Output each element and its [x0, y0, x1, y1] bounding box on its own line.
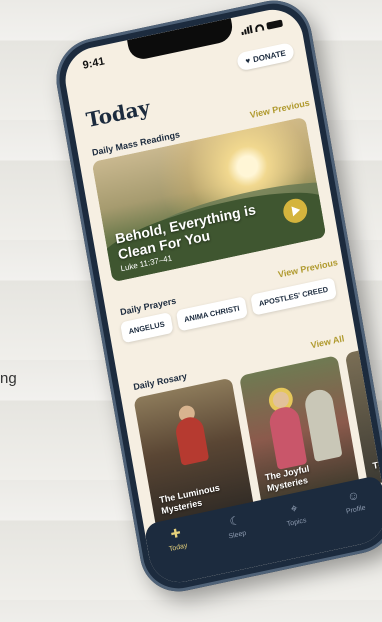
wifi-icon: [254, 22, 265, 32]
donate-label: DONATE: [252, 47, 287, 64]
prayer-pill-angelus[interactable]: ANGELUS: [120, 312, 174, 344]
moon-icon: ☾: [228, 512, 242, 529]
prayers-view-previous-link[interactable]: View Previous: [277, 257, 338, 280]
rosary-view-all-link[interactable]: View All: [310, 333, 345, 350]
phone-screen: 9:41 ♥ DONATE Today Daily Mass Readings …: [60, 3, 382, 589]
rosary-card-title: The My: [371, 455, 382, 472]
tab-label: Profile: [345, 504, 367, 516]
artwork-angel: [303, 387, 343, 462]
tab-label: Sleep: [228, 529, 247, 541]
signal-icon: [241, 24, 253, 36]
status-time: 9:41: [81, 55, 106, 72]
donate-button[interactable]: ♥ DONATE: [236, 41, 296, 72]
artwork-figure: [173, 414, 210, 466]
topics-icon: ⌖: [289, 500, 299, 516]
phone-notch: [127, 18, 235, 62]
phone-frame: 9:41 ♥ DONATE Today Daily Mass Readings …: [50, 0, 382, 599]
status-icons: [241, 19, 283, 36]
tab-label: Today: [168, 542, 188, 554]
page-title: Today: [84, 95, 152, 133]
mass-view-previous-link[interactable]: View Previous: [249, 98, 310, 121]
prayer-pill-apostles-creed[interactable]: APOSTLES' CREED: [250, 277, 337, 316]
battery-icon: [266, 19, 283, 30]
heart-icon: ♥: [244, 55, 251, 66]
prayer-pill-anima-christi[interactable]: ANIMA CHRISTI: [175, 296, 249, 332]
photo-stage: 9:41 ♥ DONATE Today Daily Mass Readings …: [0, 0, 382, 622]
home-icon: ✚: [169, 525, 182, 542]
artwork-figure: [267, 404, 308, 470]
tab-today[interactable]: ✚ Today: [150, 521, 203, 556]
tab-sleep[interactable]: ☾ Sleep: [209, 509, 262, 544]
tab-profile[interactable]: ☺ Profile: [328, 484, 381, 519]
profile-icon: ☺: [346, 487, 361, 504]
tab-topics[interactable]: ⌖ Topics: [268, 496, 321, 531]
tab-label: Topics: [286, 517, 307, 529]
